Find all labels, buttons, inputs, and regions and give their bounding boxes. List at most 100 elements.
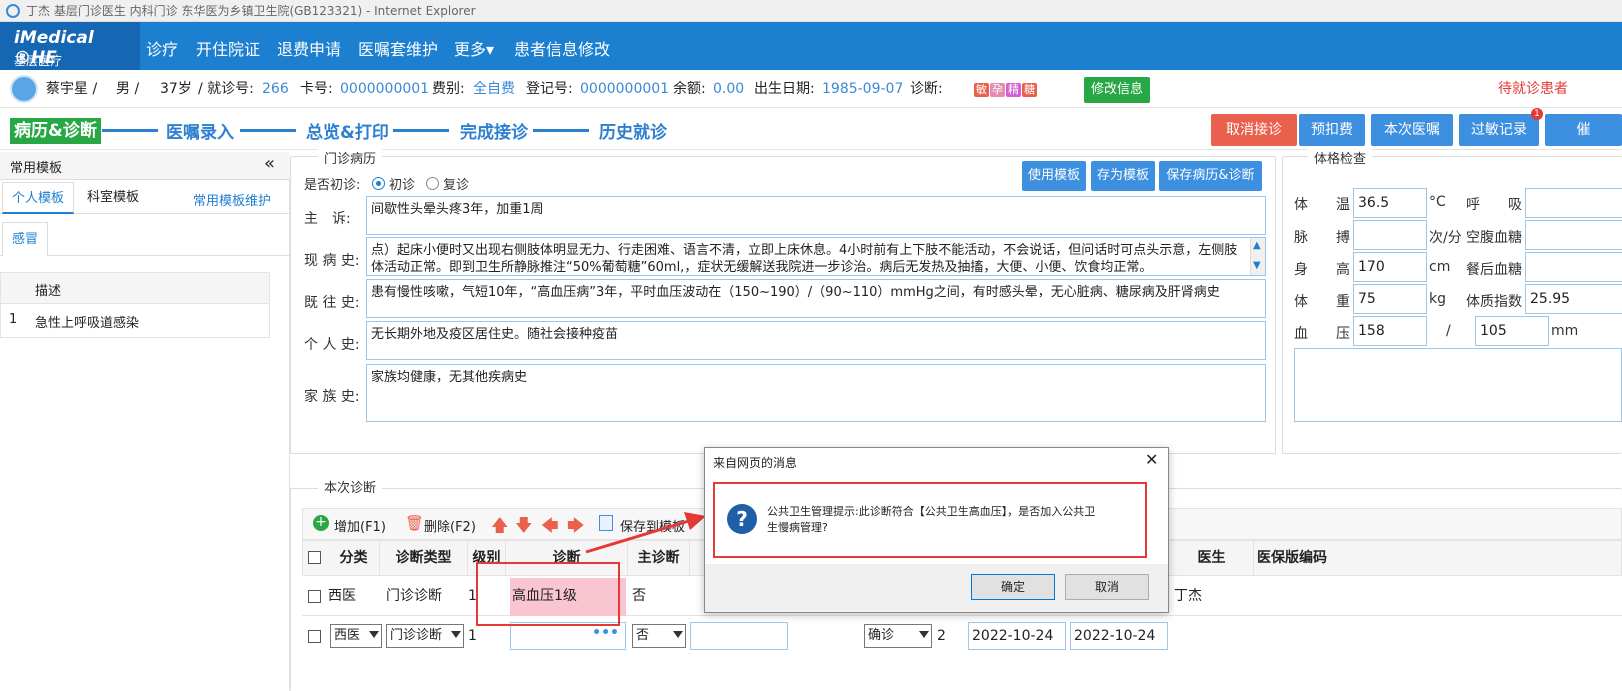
scrollbar[interactable]: ▲ ▼ — [1250, 238, 1265, 275]
question-icon: ? — [727, 504, 757, 534]
avatar — [10, 75, 38, 103]
nav-diagnosis[interactable]: 诊疗 — [146, 36, 178, 60]
step-order-entry[interactable]: 医嘱录入 — [166, 118, 234, 143]
temp-label: 体 温 — [1294, 197, 1350, 213]
save-record-button[interactable]: 保存病历&诊断 — [1159, 161, 1262, 191]
diag-status-select[interactable]: 确诊 — [864, 624, 932, 648]
personal-history-input[interactable]: 无长期外地及疫区居住史。随社会接种疫苗 — [366, 321, 1266, 360]
nav-refund[interactable]: 退费申请 — [277, 36, 341, 60]
cancel-reception-button[interactable]: 取消接诊 — [1211, 114, 1297, 146]
personal-history-label: 个 人 史: — [304, 337, 360, 353]
delete-diagnosis-button[interactable]: 删除(F2) — [424, 516, 476, 535]
scroll-up-icon[interactable]: ▲ — [1253, 240, 1261, 251]
present-illness-label: 现 病 史: — [304, 253, 360, 269]
allergy-badge: 1 — [1531, 108, 1543, 120]
present-illness-input[interactable]: 点）起床小便时又出现右侧肢体明显无力、行走困难、语言不清，立即上床休息。4小时前… — [366, 237, 1266, 276]
allergy-record-button[interactable]: 过敏记录 — [1459, 114, 1539, 146]
dob-label: 出生日期: — [754, 81, 815, 97]
close-icon[interactable]: ✕ — [1145, 450, 1158, 469]
trash-icon[interactable]: 🗑 — [405, 514, 424, 532]
pulse-input[interactable] — [1353, 220, 1427, 250]
subtab-cold[interactable]: 感冒 — [2, 222, 48, 256]
template-maintain-link[interactable]: 常用模板维护 — [193, 190, 271, 209]
pbg-input[interactable] — [1525, 252, 1622, 282]
bmi-input[interactable]: 25.95 — [1525, 284, 1622, 314]
col-insurance-code: 医保版编码 — [1257, 550, 1327, 566]
nav-order-set[interactable]: 医嘱套维护 — [358, 36, 438, 60]
exam-notes-input[interactable] — [1294, 348, 1622, 422]
scroll-down-icon[interactable]: ▼ — [1253, 260, 1261, 271]
diagnosis-input[interactable]: ••• — [510, 622, 626, 650]
main-diag-select[interactable]: 否 — [632, 624, 686, 648]
use-template-button[interactable]: 使用模板 — [1022, 161, 1086, 191]
temp-input[interactable]: 36.5 — [1353, 188, 1427, 218]
fee-label: 费别: — [432, 81, 465, 97]
chief-complaint-input[interactable]: 间歇性头晕头疼3年，加重1周 — [366, 196, 1266, 235]
height-unit: cm — [1429, 259, 1451, 275]
more-action-button[interactable]: 催 — [1545, 114, 1622, 146]
waiting-patients-link[interactable]: 待就诊患者 — [1498, 70, 1568, 108]
family-history-input[interactable]: 家族均健康，无其他疾病史 — [366, 364, 1266, 422]
arrow-up-icon[interactable]: 🡅 — [491, 513, 508, 542]
row-checkbox[interactable] — [308, 590, 321, 603]
note-input[interactable] — [690, 622, 788, 650]
nav-more[interactable]: 更多▾ — [454, 36, 494, 60]
col-category: 分类 — [328, 540, 380, 576]
current-orders-button[interactable]: 本次医嘱 — [1371, 114, 1453, 146]
logo: iMedical ®HE 基层医疗 — [0, 22, 140, 70]
select-all-checkbox[interactable] — [308, 551, 321, 564]
nav-patient-edit[interactable]: 患者信息修改 — [514, 36, 610, 60]
arrow-down-icon[interactable]: 🡇 — [515, 513, 532, 542]
category-select-value: 西医 — [334, 628, 361, 643]
weight-input[interactable]: 75 — [1353, 284, 1427, 314]
arrow-left-icon[interactable]: 🡄 — [541, 513, 559, 542]
fbg-input[interactable] — [1525, 220, 1622, 250]
template-subtabs: 感冒 — [0, 220, 290, 256]
cancel-button[interactable]: 取消 — [1065, 574, 1149, 600]
tab-personal-template[interactable]: 个人模板 — [2, 182, 74, 214]
step-connector — [102, 129, 158, 132]
ok-button[interactable]: 确定 — [971, 574, 1055, 600]
save-as-template-button[interactable]: 存为模板 — [1091, 161, 1155, 191]
row-checkbox[interactable] — [308, 630, 321, 643]
first-visit-option: 初诊 — [389, 178, 416, 193]
more-icon[interactable]: ••• — [592, 625, 619, 641]
radio-return-visit[interactable] — [426, 177, 439, 190]
row-doctor: 丁杰 — [1174, 588, 1202, 604]
chief-complaint-label: 主 诉: — [304, 211, 351, 227]
pre-deduct-button[interactable]: 预扣费 — [1299, 114, 1365, 146]
bp-systolic-input[interactable]: 158 — [1353, 316, 1427, 346]
step-overview-print[interactable]: 总览&打印 — [306, 118, 389, 143]
onset-date-input[interactable]: 2022-10-24 — [968, 622, 1066, 650]
past-history-input[interactable]: 患有慢性咳嗽，气短10年，“高血压病”3年，平时血压波动在（150~190）/（… — [366, 279, 1266, 318]
step-connector — [533, 129, 589, 132]
list-item[interactable]: 1 急性上呼吸道感染 — [0, 304, 270, 338]
radio-first-visit[interactable] — [372, 177, 385, 190]
add-diagnosis-button[interactable]: 增加(F1) — [334, 516, 386, 535]
resp-input[interactable] — [1525, 188, 1622, 218]
reg-no: 0000000001 — [580, 81, 670, 97]
height-input[interactable]: 170 — [1353, 252, 1427, 282]
ie-icon — [6, 4, 20, 18]
category-select[interactable]: 西医 — [330, 624, 382, 648]
tab-dept-template[interactable]: 科室模板 — [76, 182, 150, 214]
reg-label: 登记号: — [526, 81, 573, 97]
collapse-icon[interactable]: « — [264, 153, 275, 174]
tag-pregnant: 孕 — [990, 83, 1005, 97]
diag-date-input[interactable]: 2022-10-24 — [1070, 622, 1168, 650]
step-history[interactable]: 历史就诊 — [599, 118, 667, 143]
weight-label: 体 重 — [1294, 294, 1350, 310]
window-title-bar: 丁杰 基层门诊医生 内科门诊 东华医为乡镇卫生院(GB123321) - Int… — [0, 0, 1622, 22]
nav-admission-cert[interactable]: 开住院证 — [196, 36, 260, 60]
edit-info-button[interactable]: 修改信息 — [1084, 77, 1150, 103]
bmi-label: 体质指数 — [1466, 294, 1522, 310]
bp-diastolic-input[interactable]: 105 — [1475, 316, 1549, 346]
row-category: 西医 — [328, 588, 356, 604]
step-record-diagnosis[interactable]: 病历&诊断 — [10, 118, 101, 144]
diag-status-select-value: 确诊 — [868, 628, 895, 643]
diag-type-select[interactable]: 门诊诊断 — [386, 624, 464, 648]
step-complete[interactable]: 完成接诊 — [460, 118, 528, 143]
card-label: 卡号: — [300, 81, 333, 97]
add-icon[interactable]: + — [313, 515, 329, 531]
bp-label: 血 压 — [1294, 326, 1350, 342]
